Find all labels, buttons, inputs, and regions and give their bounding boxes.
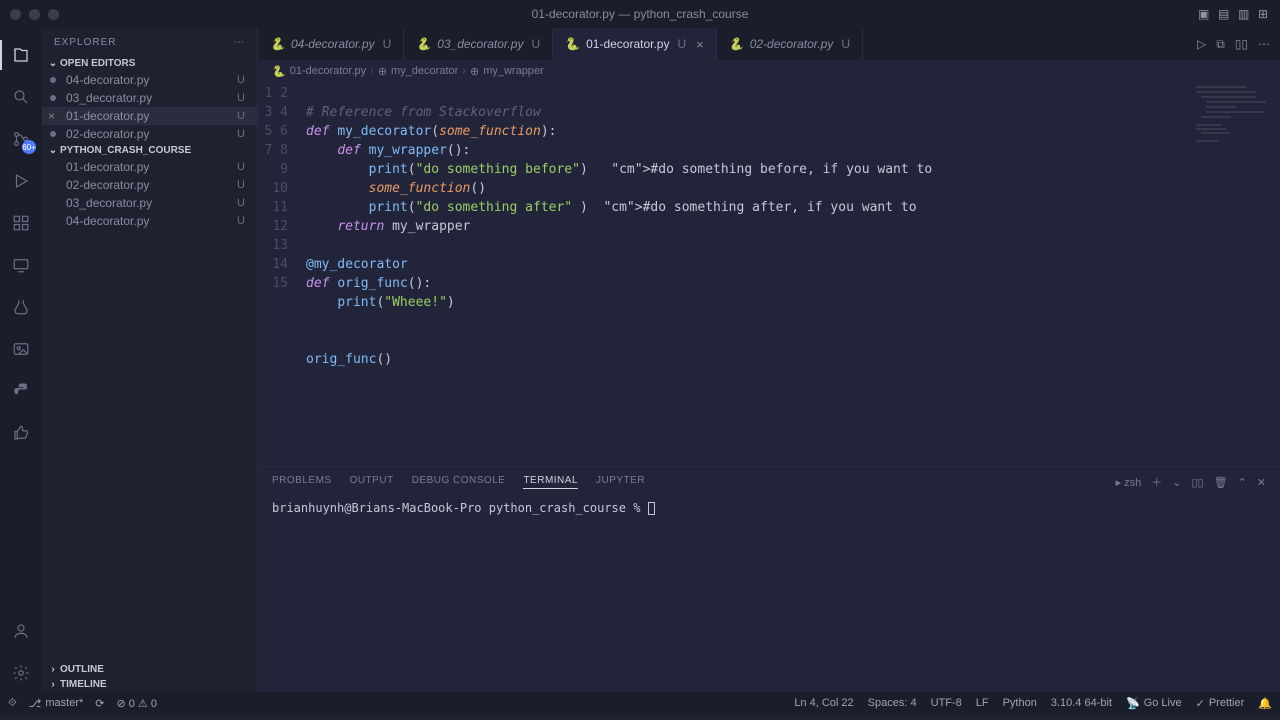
python-file-icon: 🐍 [729,37,744,51]
timeline-section[interactable]: › TIMELINE [42,677,257,692]
git-branch[interactable]: ⎇ master* [29,697,84,710]
media-activity[interactable] [0,330,42,368]
panel-tab-debug-console[interactable]: DEBUG CONSOLE [412,475,506,489]
close-icon[interactable]: × [48,109,55,123]
modified-dot-icon [50,131,56,137]
panel-tab-terminal[interactable]: TERMINAL [523,475,578,489]
activity-bar: 60+ [0,28,42,692]
window-title: 01-decorator.py — python_crash_course [532,7,749,21]
git-sync[interactable]: ⟳ [95,697,104,710]
bottom-panel: PROBLEMS OUTPUT DEBUG CONSOLE TERMINAL JUPYT… [258,466,1280,692]
prettier-status[interactable]: ✓ Prettier [1196,697,1245,710]
modified-dot-icon [50,77,56,83]
panel-tab-problems[interactable]: PROBLEMS [272,475,332,489]
close-window-icon[interactable] [10,9,21,20]
project-section[interactable]: ⌄ PYTHON_CRASH_COURSE [42,143,257,158]
explorer-title: EXPLORER [54,37,116,48]
python-interpreter[interactable]: 3.10.4 64-bit [1051,697,1112,709]
file-item[interactable]: 03_decorator.pyU [42,194,257,212]
python-file-icon: 🐍 [416,37,431,51]
panel-tab-output[interactable]: OUTPUT [350,475,394,489]
layout-panel-icon[interactable]: ▤ [1218,7,1232,21]
python-activity[interactable] [0,372,42,410]
scm-activity[interactable]: 60+ [0,120,42,158]
more-actions-icon[interactable]: ⋯ [1258,37,1270,51]
maximize-panel-icon[interactable]: ⌃ [1238,476,1247,489]
function-icon: ⊕ [470,65,479,78]
chevron-right-icon: › [46,664,60,675]
chevron-down-icon: ⌄ [46,145,60,156]
open-editors-section[interactable]: ⌄ OPEN EDITORS [42,56,257,71]
minimize-window-icon[interactable] [29,9,40,20]
language-mode[interactable]: Python [1003,697,1037,709]
editor-area: 🐍04-decorator.pyU🐍03_decorator.pyU🐍01-de… [258,28,1280,692]
new-terminal-icon[interactable]: ＋ [1151,474,1162,490]
editor-tab[interactable]: 🐍04-decorator.pyU [258,28,404,60]
statusbar: ⟐ ⎇ master* ⟳ ⊘ 0 ⚠ 0 Ln 4, Col 22 Space… [0,692,1280,714]
panel-tab-jupyter[interactable]: JUPYTER [596,475,645,489]
scm-badge: 60+ [22,140,36,154]
eol[interactable]: LF [976,697,989,709]
terminal-dropdown-icon[interactable]: ⌄ [1172,476,1181,489]
notifications-icon[interactable]: 🔔 [1258,697,1272,710]
open-editor-item[interactable]: ×01-decorator.pyU [42,107,257,125]
editor-tab[interactable]: 🐍01-decorator.pyU× [553,28,717,60]
run-icon[interactable]: ▷ [1197,37,1206,51]
kill-terminal-icon[interactable]: 🗑 [1214,476,1228,489]
split-editor-icon[interactable]: ▯▯ [1235,37,1248,51]
accounts-activity[interactable] [0,612,42,650]
traffic-lights [10,9,59,20]
python-file-icon: 🐍 [270,37,285,51]
chevron-down-icon: ⌄ [46,58,60,69]
extensions-activity[interactable] [0,204,42,242]
search-activity[interactable] [0,78,42,116]
open-editor-item[interactable]: 04-decorator.pyU [42,71,257,89]
open-editor-item[interactable]: 02-decorator.pyU [42,125,257,143]
outline-section[interactable]: › OUTLINE [42,662,257,677]
file-item[interactable]: 04-decorator.pyU [42,212,257,230]
editor-tab[interactable]: 🐍02-decorator.pyU [717,28,863,60]
line-gutter[interactable]: 1 2 3 4 5 6 7 8 9 10 11 12 13 14 15 [258,82,306,466]
diff-icon[interactable]: ⧉ [1216,37,1225,52]
testing-activity[interactable] [0,288,42,326]
chevron-right-icon: › [46,679,60,690]
layout-right-icon[interactable]: ▥ [1238,7,1252,21]
go-live[interactable]: 📡 Go Live [1126,697,1182,710]
explorer-sidebar: EXPLORER ⋯ ⌄ OPEN EDITORS 04-decorator.p… [42,28,258,692]
problems-status[interactable]: ⊘ 0 ⚠ 0 [116,697,156,710]
terminal[interactable]: brianhuynh@Brians-MacBook-Pro python_cra… [258,497,1280,692]
indentation[interactable]: Spaces: 4 [868,697,917,709]
thumbs-activity[interactable] [0,414,42,452]
terminal-shell-label[interactable]: ▸ zsh [1116,476,1142,489]
breadcrumb[interactable]: 🐍 01-decorator.py › ⊕ my_decorator › ⊕ m… [258,60,1280,82]
split-terminal-icon[interactable]: ▯▯ [1191,476,1203,489]
file-item[interactable]: 02-decorator.pyU [42,176,257,194]
minimap[interactable] [1196,86,1276,146]
close-panel-icon[interactable]: ✕ [1257,476,1266,489]
zoom-window-icon[interactable] [48,9,59,20]
explorer-activity[interactable] [0,36,42,74]
file-item[interactable]: 01-decorator.pyU [42,158,257,176]
encoding[interactable]: UTF-8 [931,697,962,709]
python-file-icon: 🐍 [272,65,286,78]
editor-tab[interactable]: 🐍03_decorator.pyU [404,28,553,60]
editor-tabs: 🐍04-decorator.pyU🐍03_decorator.pyU🐍01-de… [258,28,1280,60]
more-icon[interactable]: ⋯ [234,37,245,48]
run-debug-activity[interactable] [0,162,42,200]
remote-activity[interactable] [0,246,42,284]
titlebar: 01-decorator.py — python_crash_course ▣ … [0,0,1280,28]
terminal-cursor [648,502,655,515]
close-icon[interactable]: × [696,37,704,52]
code-editor[interactable]: # Reference from Stackoverflow def my_de… [306,82,1280,466]
layout-custom-icon[interactable]: ⊞ [1258,7,1272,21]
open-editor-item[interactable]: 03_decorator.pyU [42,89,257,107]
modified-dot-icon [50,95,56,101]
settings-activity[interactable] [0,654,42,692]
python-file-icon: 🐍 [565,37,580,51]
cursor-position[interactable]: Ln 4, Col 22 [794,697,853,709]
function-icon: ⊕ [378,65,387,78]
layout-sidebar-icon[interactable]: ▣ [1198,7,1212,21]
remote-indicator[interactable]: ⟐ [8,697,17,710]
